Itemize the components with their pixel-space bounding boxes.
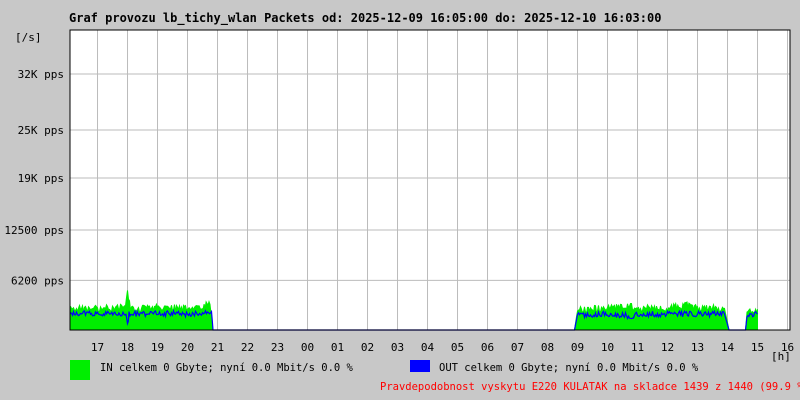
x-tick-label: 14 bbox=[721, 341, 735, 354]
x-tick-label: 01 bbox=[331, 341, 344, 354]
x-tick-label: 18 bbox=[121, 341, 134, 354]
x-tick-label: 09 bbox=[571, 341, 584, 354]
y-tick-label: 32K pps bbox=[18, 68, 64, 81]
legend-in-label: IN celkem 0 Gbyte; nyní 0.0 Mbit/s 0.0 % bbox=[100, 362, 354, 374]
y-tick-label: 25K pps bbox=[18, 124, 64, 137]
x-tick-label: 19 bbox=[151, 341, 164, 354]
chart-title: Graf provozu lb_tichy_wlan Packets od: 2… bbox=[69, 11, 661, 26]
x-tick-label: 11 bbox=[631, 341, 644, 354]
x-tick-label: 20 bbox=[181, 341, 194, 354]
legend-in-swatch bbox=[70, 360, 90, 380]
x-tick-label: 10 bbox=[601, 341, 614, 354]
y-unit-label: [/s] bbox=[15, 31, 42, 44]
legend-out-label: OUT celkem 0 Gbyte; nyní 0.0 Mbit/s 0.0 … bbox=[439, 362, 699, 374]
x-tick-label: 07 bbox=[511, 341, 524, 354]
x-tick-label: 21 bbox=[211, 341, 224, 354]
x-tick-label: 06 bbox=[481, 341, 494, 354]
y-tick-label: 19K pps bbox=[18, 172, 64, 185]
x-tick-label: 17 bbox=[91, 341, 104, 354]
plot-area bbox=[70, 30, 790, 330]
x-unit-label: [h] bbox=[771, 350, 791, 363]
x-tick-label: 00 bbox=[301, 341, 314, 354]
y-tick-label: 6200 pps bbox=[11, 274, 64, 287]
x-tick-label: 03 bbox=[391, 341, 404, 354]
x-tick-label: 15 bbox=[751, 341, 764, 354]
x-tick-label: 23 bbox=[271, 341, 284, 354]
x-tick-label: 04 bbox=[421, 341, 435, 354]
x-ticks: 17 18 19 20 21 22 23 00 01 02 03 04 05 06 07 08 09 10 11 12… bbox=[91, 341, 794, 354]
y-tick-label: 12500 pps bbox=[4, 224, 64, 237]
x-tick-label: 02 bbox=[361, 341, 374, 354]
x-tick-label: 08 bbox=[541, 341, 554, 354]
x-tick-label: 12 bbox=[661, 341, 674, 354]
traffic-chart: Graf provozu lb_tichy_wlan Packets od: 2… bbox=[4, 11, 800, 393]
y-ticks: 6200 pps 12500 pps 19K pps 25K pps 32K pps bbox=[4, 68, 64, 287]
x-tick-label: 13 bbox=[691, 341, 704, 354]
availability-note: Pravdepodobnost vyskytu E220 KULATAK na … bbox=[380, 381, 800, 393]
legend-out-swatch bbox=[410, 360, 430, 372]
x-tick-label: 05 bbox=[451, 341, 464, 354]
x-tick-label: 22 bbox=[241, 341, 254, 354]
